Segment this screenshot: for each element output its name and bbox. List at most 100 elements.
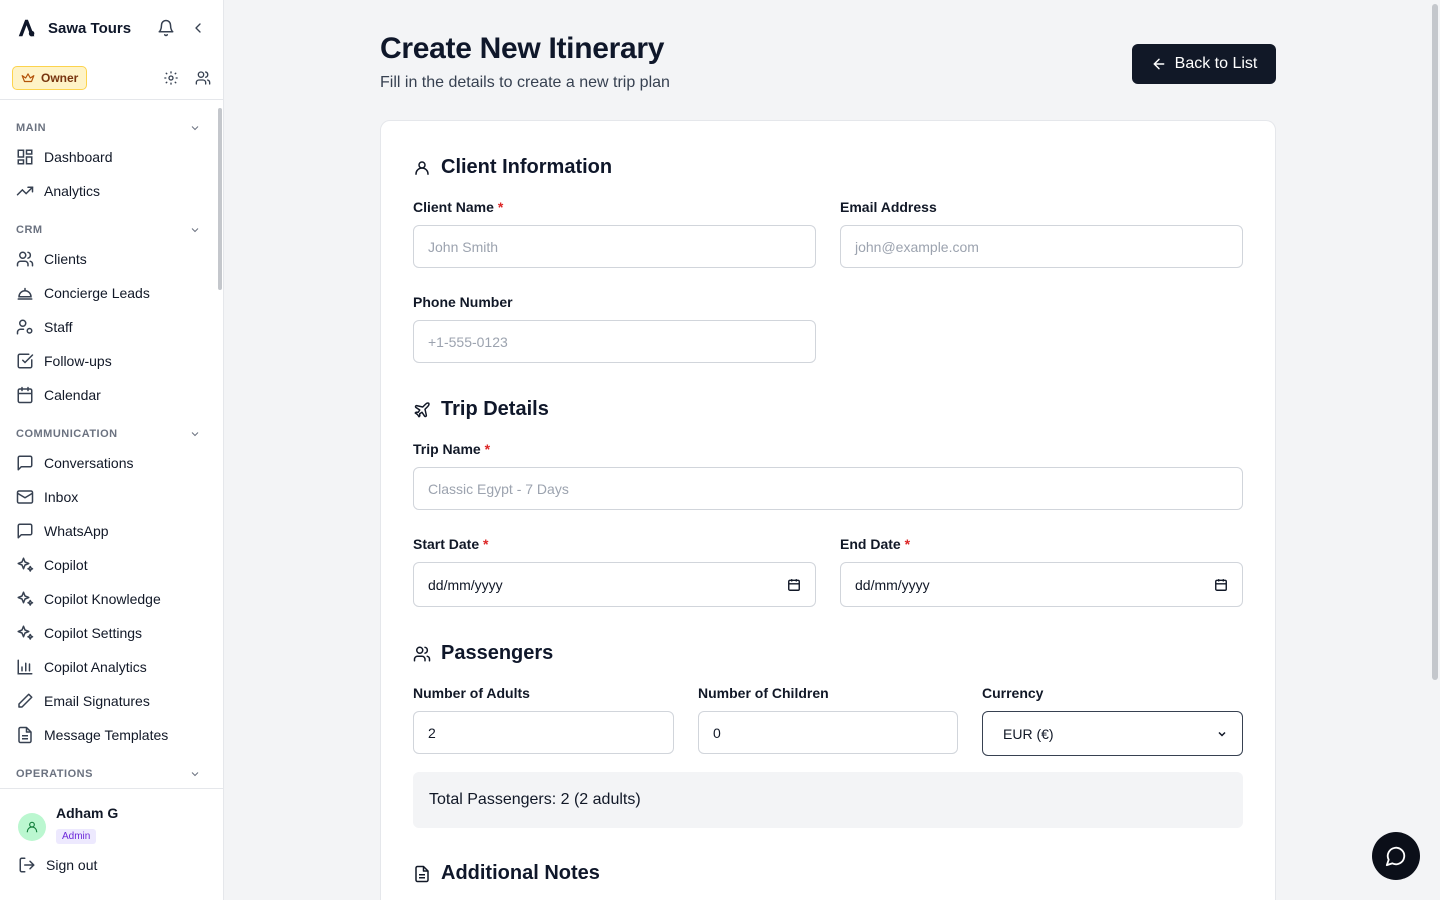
sidebar-scrollbar[interactable]: [218, 108, 222, 290]
sidebar-item-label: Email Signatures: [44, 693, 150, 709]
sidebar-item-staff[interactable]: Staff: [0, 310, 223, 344]
sidebar-item-follow-ups[interactable]: Follow-ups: [0, 344, 223, 378]
main-content: Create New Itinerary Fill in the details…: [225, 0, 1440, 900]
page-scrollbar[interactable]: [1432, 4, 1438, 680]
required-mark: *: [497, 199, 504, 215]
avatar: [18, 813, 46, 841]
sidebar-item-copilot-knowledge[interactable]: Copilot Knowledge: [0, 582, 223, 616]
file-text-icon: [16, 726, 34, 744]
section-header-operations[interactable]: OPERATIONS: [0, 752, 223, 786]
sidebar-item-label: Copilot: [44, 557, 88, 573]
users-icon: [16, 250, 34, 268]
sidebar-item-label: Calendar: [44, 387, 101, 403]
bar-chart-icon: [16, 658, 34, 676]
sidebar-item-inbox[interactable]: Inbox: [0, 480, 223, 514]
app-name: Sawa Tours: [48, 19, 132, 37]
sign-out-button[interactable]: Sign out: [0, 856, 223, 874]
check-square-icon: [16, 352, 34, 370]
required-mark: *: [484, 441, 491, 457]
crown-icon: [21, 72, 35, 82]
trip-details-heading: Trip Details: [413, 398, 549, 421]
phone-number-input[interactable]: +1-555-0123: [413, 320, 816, 363]
calendar-icon: [16, 386, 34, 404]
sidebar-item-message-templates[interactable]: Message Templates: [0, 718, 223, 752]
chevron-down-icon: [191, 126, 199, 131]
section-title: MAIN: [16, 122, 47, 134]
sidebar-item-label: Inbox: [44, 489, 79, 505]
user-icon: [26, 821, 38, 833]
client-name-input[interactable]: John Smith: [413, 225, 816, 268]
sidebar-item-concierge-leads[interactable]: Concierge Leads: [0, 276, 223, 310]
user-profile[interactable]: Adham G Admin: [0, 789, 223, 844]
section-header-crm[interactable]: CRM: [0, 208, 223, 242]
chevron-down-icon: [191, 432, 199, 437]
sidebar-item-label: Follow-ups: [44, 353, 112, 369]
section-title: COMMUNICATION: [16, 428, 118, 440]
notifications-bell-icon[interactable]: [157, 19, 175, 37]
currency-select[interactable]: EUR (€): [982, 711, 1243, 756]
back-to-list-button[interactable]: Back to List: [1132, 44, 1276, 84]
sparkles-icon: [16, 556, 34, 574]
client-name-label: Client Name *: [413, 199, 503, 215]
sidebar-item-whatsapp[interactable]: WhatsApp: [0, 514, 223, 548]
end-date-input[interactable]: dd/mm/yyyy: [840, 562, 1243, 607]
user-cog-icon: [16, 318, 34, 336]
concierge-bell-icon: [16, 284, 34, 302]
start-date-input[interactable]: dd/mm/yyyy: [413, 562, 816, 607]
app-logo: [18, 19, 35, 37]
role-row: Owner: [0, 56, 223, 100]
sidebar-item-copilot-analytics[interactable]: Copilot Analytics: [0, 650, 223, 684]
settings-gear-icon[interactable]: [163, 70, 179, 86]
mail-icon: [16, 488, 34, 506]
chat-support-button[interactable]: [1372, 832, 1420, 880]
section-title: OPERATIONS: [16, 768, 93, 780]
number-of-adults-input[interactable]: 2: [413, 711, 674, 754]
sidebar-item-dashboard[interactable]: Dashboard: [0, 140, 223, 174]
sidebar-item-copilot-settings[interactable]: Copilot Settings: [0, 616, 223, 650]
sidebar-item-calendar[interactable]: Calendar: [0, 378, 223, 412]
trip-name-input[interactable]: Classic Egypt - 7 Days: [413, 467, 1243, 510]
chevron-down-icon: [191, 772, 199, 777]
sidebar-item-clients[interactable]: Clients: [0, 242, 223, 276]
sidebar-item-analytics[interactable]: Analytics: [0, 174, 223, 208]
section-title: CRM: [16, 224, 43, 236]
section-heading-text: Trip Details: [441, 398, 549, 420]
date-value: dd/mm/yyyy: [428, 576, 503, 593]
sidebar-item-label: Copilot Settings: [44, 625, 143, 641]
itinerary-form-card: Client Information Client Name * John Sm…: [380, 120, 1276, 900]
phone-number-label: Phone Number: [413, 294, 513, 310]
plane-icon: [413, 401, 431, 419]
sidebar-item-email-signatures[interactable]: Email Signatures: [0, 684, 223, 718]
end-date-label: End Date *: [840, 536, 910, 552]
sidebar-item-label: Copilot Analytics: [44, 659, 147, 675]
page-title: Create New Itinerary: [380, 32, 665, 65]
calendar-icon[interactable]: [787, 578, 801, 592]
calendar-icon[interactable]: [1214, 578, 1228, 592]
sidebar-item-label: Concierge Leads: [44, 285, 150, 301]
message-square-icon: [16, 522, 34, 540]
trip-name-label: Trip Name *: [413, 441, 490, 457]
section-header-main[interactable]: MAIN: [0, 100, 223, 140]
back-to-list-label: Back to List: [1174, 55, 1258, 72]
number-of-adults-label: Number of Adults: [413, 685, 530, 701]
sparkles-icon: [16, 590, 34, 608]
currency-label: Currency: [982, 685, 1044, 701]
admin-badge: Admin: [56, 829, 97, 844]
section-heading-text: Additional Notes: [441, 862, 600, 884]
number-of-children-input[interactable]: 0: [698, 711, 958, 754]
sidebar-item-conversations[interactable]: Conversations: [0, 446, 223, 480]
owner-badge-label: Owner: [41, 70, 79, 85]
currency-selected-value: EUR (€): [1003, 725, 1054, 742]
chat-bubble-icon: [1385, 846, 1406, 867]
number-of-children-label: Number of Children: [698, 685, 829, 701]
sidebar-item-label: Clients: [44, 251, 87, 267]
collapse-sidebar-chevron-left-icon[interactable]: [189, 19, 207, 37]
owner-badge: Owner: [12, 65, 88, 90]
sparkles-icon: [16, 624, 34, 642]
file-text-icon: [413, 865, 431, 883]
users-icon: [413, 645, 431, 663]
section-header-communication[interactable]: COMMUNICATION: [0, 412, 223, 446]
email-address-input[interactable]: john@example.com: [840, 225, 1243, 268]
sidebar-item-copilot[interactable]: Copilot: [0, 548, 223, 582]
team-users-icon[interactable]: [195, 70, 211, 86]
